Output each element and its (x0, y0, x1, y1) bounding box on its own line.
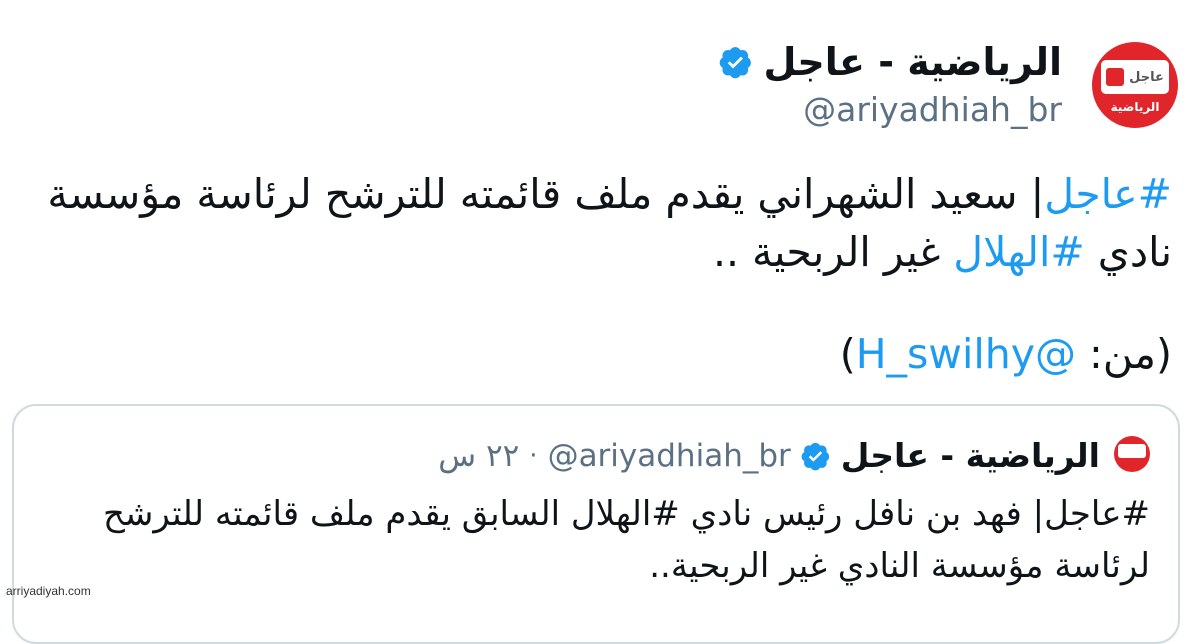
avatar-subtext: الرياضية (1110, 100, 1160, 114)
site-watermark: arriyadiyah.com (6, 584, 91, 598)
source-mention[interactable]: @H_swilhy (856, 330, 1076, 378)
verified-badge-icon (720, 47, 752, 79)
tweet-text-part2: غير الربحية .. (712, 228, 954, 276)
quoted-account-handle[interactable]: @ariyadhiah_br (548, 438, 791, 474)
quoted-tweet-text: #عاجل| فهد بن نافل رئيس نادي #الهلال الس… (102, 494, 1150, 586)
quoted-account-name[interactable]: الرياضية - عاجل (841, 436, 1100, 475)
avatar-logo: عاجل (1101, 60, 1169, 94)
avatar-word: عاجل (1129, 69, 1164, 85)
logo-mark-icon (1106, 68, 1125, 86)
quoted-tweet[interactable]: الرياضية - عاجل @ariyadhiah_br · ٢٢ س #ع… (12, 404, 1180, 644)
verified-badge-icon (801, 442, 829, 470)
source-close: ) (839, 330, 856, 378)
tweet-text: #عاجل| سعيد الشهراني يقدم ملف قائمته للت… (32, 165, 1172, 281)
hashtag-alhilal[interactable]: #الهلال (953, 228, 1084, 276)
quoted-avatar[interactable] (1114, 436, 1150, 472)
source-label: (من: (1075, 330, 1172, 378)
quoted-header: الرياضية - عاجل @ariyadhiah_br · ٢٢ س (438, 436, 1100, 475)
account-name[interactable]: الرياضية - عاجل (763, 40, 1062, 84)
account-avatar[interactable]: عاجل الرياضية (1092, 42, 1178, 128)
quoted-timestamp[interactable]: ٢٢ س (438, 438, 519, 474)
source-credit: (من: @H_swilhy) (840, 330, 1172, 378)
hashtag-urgent[interactable]: #عاجل (1044, 170, 1172, 218)
account-name-row: الرياضية - عاجل (719, 40, 1062, 84)
account-handle[interactable]: @ariyadhiah_br (803, 90, 1062, 129)
separator-dot: · (529, 440, 538, 471)
tweet-screenshot: عاجل الرياضية الرياضية - عاجل @ariyadhia… (0, 0, 1200, 644)
quoted-avatar-logo (1118, 444, 1146, 458)
